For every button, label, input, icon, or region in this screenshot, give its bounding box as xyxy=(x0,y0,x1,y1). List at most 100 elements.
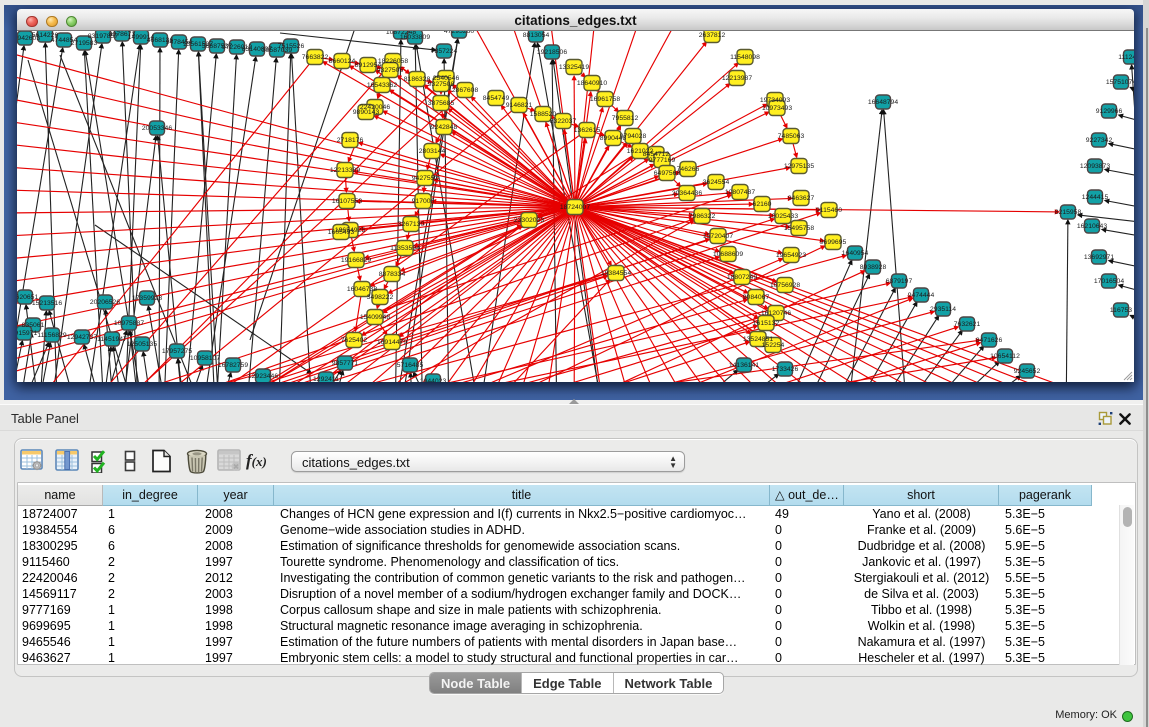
svg-text:835061: 835061 xyxy=(22,322,45,329)
svg-text:11548098: 11548098 xyxy=(730,54,760,61)
svg-text:19218506: 19218506 xyxy=(537,49,567,56)
svg-text:18807249: 18807249 xyxy=(727,274,757,281)
svg-text:9427552: 9427552 xyxy=(412,175,439,182)
svg-text:2867608: 2867608 xyxy=(452,87,479,94)
svg-text:18724007: 18724007 xyxy=(560,204,590,211)
svg-text:3915971: 3915971 xyxy=(17,330,37,337)
svg-text:17016504: 17016504 xyxy=(1094,278,1124,285)
svg-text:1733426: 1733426 xyxy=(772,366,799,373)
svg-text:1588520: 1588520 xyxy=(530,111,557,118)
svg-text:19384554: 19384554 xyxy=(601,270,631,277)
svg-text:19654923: 19654923 xyxy=(776,252,806,259)
svg-text:2803144: 2803144 xyxy=(419,148,446,155)
svg-text:7663822: 7663822 xyxy=(302,54,329,61)
svg-text:11156829: 11156829 xyxy=(37,332,66,339)
svg-text:18226058: 18226058 xyxy=(378,58,408,65)
svg-text:16914479: 16914479 xyxy=(377,339,407,346)
svg-text:9146821: 9146821 xyxy=(506,102,533,109)
svg-text:16648794: 16648794 xyxy=(868,99,898,106)
svg-text:12923446: 12923446 xyxy=(248,373,278,380)
svg-text:10807487: 10807487 xyxy=(725,189,755,196)
svg-text:16543362: 16543362 xyxy=(367,82,397,89)
svg-text:1292411: 1292411 xyxy=(313,376,339,382)
svg-text:47295260: 47295260 xyxy=(444,31,474,35)
svg-text:10688609: 10688609 xyxy=(713,251,743,258)
svg-text:116753: 116753 xyxy=(1110,307,1132,314)
svg-text:12942737: 12942737 xyxy=(67,334,97,341)
svg-text:9699695: 9699695 xyxy=(820,239,847,246)
svg-text:7632621: 7632621 xyxy=(954,321,981,328)
svg-text:3875685: 3875685 xyxy=(428,100,455,107)
svg-text:8215958: 8215958 xyxy=(1055,209,1082,216)
svg-text:15720407: 15720407 xyxy=(703,233,733,240)
svg-text:16046738: 16046738 xyxy=(347,286,377,293)
svg-text:11451947: 11451947 xyxy=(97,336,127,343)
svg-text:8878334: 8878334 xyxy=(379,271,406,278)
svg-text:12505135: 12505135 xyxy=(127,341,157,348)
svg-text:16120746: 16120746 xyxy=(761,310,791,317)
svg-text:13325419: 13325419 xyxy=(559,64,589,71)
svg-text:10654112: 10654112 xyxy=(990,353,1020,360)
svg-text:10975887: 10975887 xyxy=(114,320,144,327)
svg-text:1044023: 1044023 xyxy=(420,378,447,382)
svg-text:9777169: 9777169 xyxy=(649,157,676,164)
svg-text:9890143: 9890143 xyxy=(353,109,380,116)
svg-text:15409948: 15409948 xyxy=(360,314,390,321)
svg-text:8938928: 8938928 xyxy=(860,264,887,271)
svg-text:1362615: 1362615 xyxy=(574,127,601,134)
svg-text:9463627: 9463627 xyxy=(788,195,815,202)
svg-text:1615132: 1615132 xyxy=(753,320,780,327)
svg-text:20206526: 20206526 xyxy=(90,299,120,306)
svg-text:5716485: 5716485 xyxy=(397,362,424,369)
svg-text:8471626: 8471626 xyxy=(976,337,1003,344)
svg-text:1112437: 1112437 xyxy=(1118,54,1134,61)
svg-text:17957275: 17957275 xyxy=(162,348,192,355)
svg-text:7515526: 7515526 xyxy=(278,43,305,50)
svg-text:16782759: 16782759 xyxy=(218,362,248,369)
svg-text:7955812: 7955812 xyxy=(612,115,639,122)
svg-text:17359928: 17359928 xyxy=(132,295,162,302)
svg-text:19734093: 19734093 xyxy=(760,97,790,104)
svg-text:1640954: 1640954 xyxy=(842,250,869,257)
svg-text:15495758: 15495758 xyxy=(784,225,814,232)
svg-text:7625402: 7625402 xyxy=(341,337,368,344)
svg-text:9129966: 9129966 xyxy=(1096,108,1123,115)
svg-text:16210643: 16210643 xyxy=(1077,223,1107,230)
svg-text:9327508: 9327508 xyxy=(428,81,455,88)
svg-text:1605493: 1605493 xyxy=(328,229,355,236)
svg-text:7986322: 7986322 xyxy=(689,213,716,220)
svg-text:9794028: 9794028 xyxy=(620,133,647,140)
svg-text:8660124: 8660124 xyxy=(329,58,356,65)
svg-text:152254: 152254 xyxy=(762,342,785,349)
svg-text:20364436: 20364436 xyxy=(672,190,702,197)
svg-text:14136141: 14136141 xyxy=(729,362,759,369)
svg-text:8186328: 8186328 xyxy=(404,76,431,83)
svg-text:2719583: 2719583 xyxy=(71,40,98,47)
svg-text:12213987: 12213987 xyxy=(722,75,752,82)
svg-text:9327505: 9327505 xyxy=(377,67,404,74)
svg-text:15213516: 15213516 xyxy=(32,300,62,307)
svg-text:9227342: 9227342 xyxy=(1086,137,1113,144)
svg-text:9084067: 9084067 xyxy=(743,294,770,301)
svg-text:8454749: 8454749 xyxy=(483,95,510,102)
svg-text:9474444: 9474444 xyxy=(908,292,935,299)
svg-text:16107553: 16107553 xyxy=(332,198,362,205)
svg-text:10756928: 10756928 xyxy=(770,282,800,289)
svg-text:16033809: 16033809 xyxy=(400,34,430,41)
svg-text:23302033: 23302033 xyxy=(514,217,544,224)
svg-text:9245652: 9245652 xyxy=(1014,368,1041,375)
svg-text:12975135: 12975135 xyxy=(784,163,814,170)
svg-text:6879197: 6879197 xyxy=(886,278,913,285)
svg-text:10958107: 10958107 xyxy=(190,355,220,362)
svg-text:9115460: 9115460 xyxy=(816,207,842,214)
svg-text:13692971: 13692971 xyxy=(1084,254,1114,261)
svg-text:18640910: 18640910 xyxy=(577,80,607,87)
svg-text:10025433: 10025433 xyxy=(768,213,798,220)
svg-text:10973493: 10973493 xyxy=(762,105,792,112)
svg-text:9857771: 9857771 xyxy=(332,360,359,367)
svg-text:16961758: 16961758 xyxy=(590,96,620,103)
svg-text:7485063: 7485063 xyxy=(778,133,805,140)
svg-text:2637812: 2637812 xyxy=(699,32,726,39)
svg-text:15751074: 15751074 xyxy=(1106,79,1134,86)
svg-text:12213389: 12213389 xyxy=(330,167,360,174)
